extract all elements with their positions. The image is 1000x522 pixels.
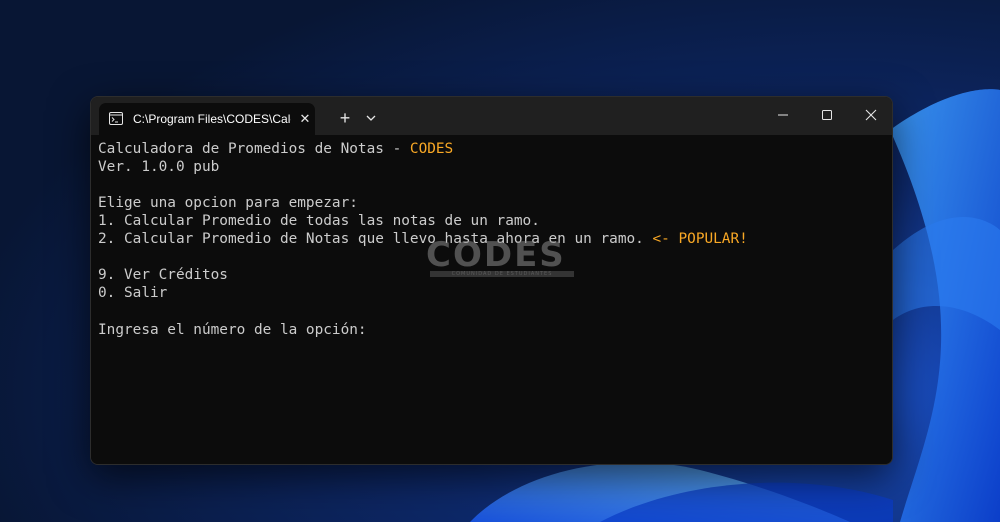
maximize-button[interactable] xyxy=(805,97,849,133)
new-tab-button[interactable]: + xyxy=(334,107,356,129)
terminal-line: Elige una opcion para empezar: xyxy=(98,195,358,211)
tab-terminal[interactable]: C:\Program Files\CODES\Calcu ✕ xyxy=(99,103,315,135)
brand-highlight: CODES xyxy=(409,141,454,157)
terminal-line: 2. Calcular Promedio de Notas que llevo … xyxy=(98,231,748,247)
terminal-line: Calculadora de Promedios de Notas - CODE… xyxy=(98,141,454,157)
terminal-line: 1. Calcular Promedio de todas las notas … xyxy=(98,213,540,229)
popular-highlight: <- POPULAR! xyxy=(652,231,748,247)
close-window-button[interactable] xyxy=(849,97,892,133)
terminal-line: 0. Salir xyxy=(98,285,168,301)
maximize-icon xyxy=(822,110,832,120)
chevron-down-icon[interactable] xyxy=(364,111,378,125)
terminal-output[interactable]: Calculadora de Promedios de Notas - CODE… xyxy=(91,135,892,464)
watermark-subtitle: COMUNIDAD DE ESTUDIANTES xyxy=(430,271,574,277)
terminal-icon xyxy=(109,112,123,125)
terminal-line: 9. Ver Créditos xyxy=(98,267,228,283)
minimize-icon xyxy=(778,114,788,116)
close-tab-icon[interactable]: ✕ xyxy=(297,111,313,127)
terminal-prompt: Ingresa el número de la opción: xyxy=(98,322,367,338)
tab-title: C:\Program Files\CODES\Calcu xyxy=(133,112,291,126)
terminal-window: C:\Program Files\CODES\Calcu ✕ + Calcula… xyxy=(90,96,893,465)
minimize-button[interactable] xyxy=(761,97,805,133)
close-icon xyxy=(865,109,877,121)
terminal-line: Ver. 1.0.0 pub xyxy=(98,159,220,175)
title-bar[interactable]: C:\Program Files\CODES\Calcu ✕ + xyxy=(91,97,892,135)
